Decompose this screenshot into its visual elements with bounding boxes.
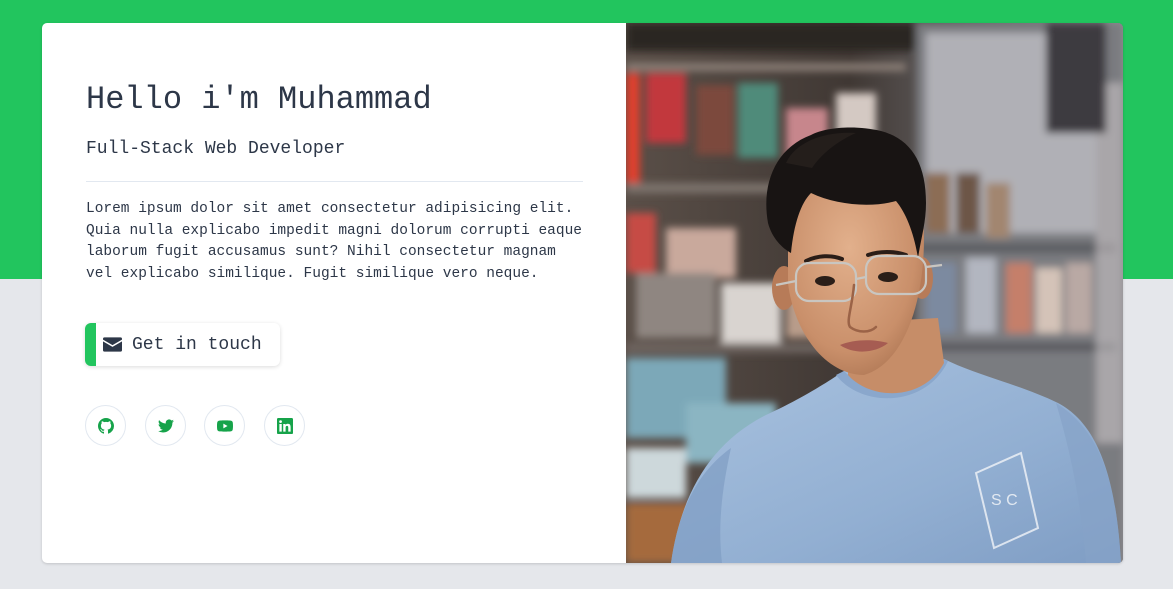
twitter-link[interactable] bbox=[145, 405, 186, 446]
envelope-icon bbox=[103, 337, 122, 352]
job-title: Full-Stack Web Developer bbox=[86, 139, 346, 159]
shirt-graphic-text: S C bbox=[991, 492, 1018, 509]
hero-card: Hello i'm Muhammad Full-Stack Web Develo… bbox=[42, 23, 1123, 563]
get-in-touch-label: Get in touch bbox=[132, 334, 262, 355]
bio-text: Lorem ipsum dolor sit amet consectetur a… bbox=[86, 201, 582, 282]
youtube-icon bbox=[216, 419, 233, 432]
portrait-photo: S C bbox=[626, 23, 1123, 563]
divider bbox=[86, 181, 583, 182]
twitter-icon bbox=[157, 419, 174, 432]
youtube-link[interactable] bbox=[204, 405, 245, 446]
get-in-touch-button[interactable]: Get in touch bbox=[85, 323, 280, 366]
portrait-illustration: S C bbox=[626, 23, 1123, 563]
linkedin-icon bbox=[276, 417, 293, 434]
github-link[interactable] bbox=[85, 405, 126, 446]
hero-content: Hello i'm Muhammad Full-Stack Web Develo… bbox=[42, 23, 626, 563]
page-title: Hello i'm Muhammad bbox=[86, 81, 432, 118]
linkedin-link[interactable] bbox=[264, 405, 305, 446]
github-icon bbox=[97, 417, 114, 434]
